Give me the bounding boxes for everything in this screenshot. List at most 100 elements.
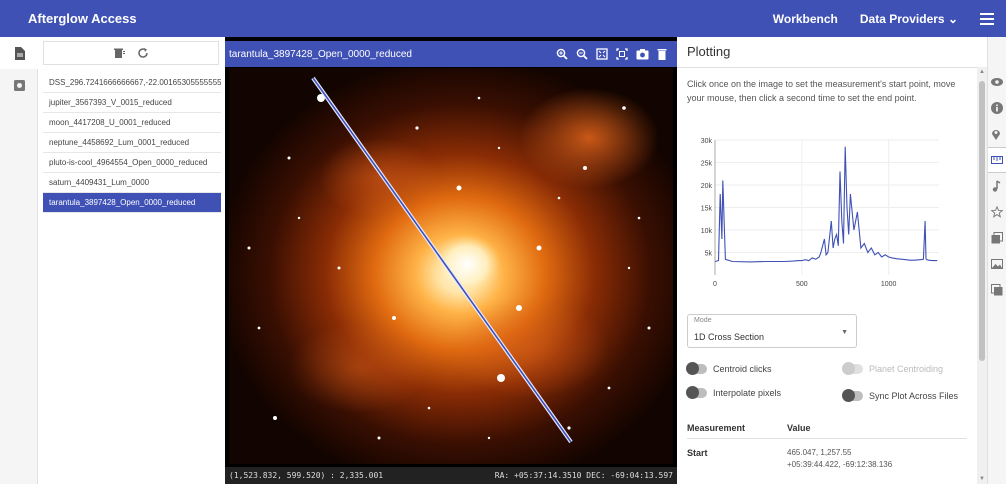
refresh-icon[interactable] bbox=[137, 47, 149, 59]
chevron-down-icon: ⌄ bbox=[947, 11, 958, 26]
planet-centroiding-toggle[interactable]: Planet Centroiding bbox=[842, 362, 944, 375]
image-viewer: tarantula_3897428_Open_0000_reduced (1,5… bbox=[225, 37, 677, 484]
dropdown-arrow-icon: ▼ bbox=[841, 329, 848, 336]
toggle-switch bbox=[686, 386, 707, 399]
mode-label: Mode bbox=[694, 317, 712, 324]
centroid-clicks-toggle[interactable]: Centroid clicks bbox=[686, 362, 772, 375]
viewer-status-bar: (1,523.832, 599.520) : 2,335.001 RA: +05… bbox=[225, 467, 677, 484]
workbench-icon bbox=[13, 79, 25, 91]
tab-files[interactable] bbox=[0, 37, 38, 69]
x-tick-label: 500 bbox=[796, 281, 808, 288]
ruler-icon bbox=[991, 156, 1003, 164]
col-measurement: Measurement bbox=[687, 422, 746, 433]
delete-icon[interactable] bbox=[657, 48, 667, 60]
file-list-item[interactable]: tarantula_3897428_Open_0000_reduced bbox=[43, 193, 221, 213]
file-toolbar bbox=[43, 41, 219, 65]
tab-markers[interactable] bbox=[988, 121, 1006, 147]
coordinate-readout: RA: +05:37:14.3510 DEC: -69:04:13.597 bbox=[494, 471, 673, 480]
plotting-instructions: Click once on the image to set the measu… bbox=[687, 79, 956, 103]
table-row: Start 465.047, 1,257.55 +05:39:44.422, -… bbox=[687, 439, 967, 471]
zoom-out-icon[interactable] bbox=[576, 48, 588, 60]
file-panel: DSS_296.7241666666667,-22.00165305555555… bbox=[38, 37, 225, 484]
toggle-switch bbox=[686, 362, 707, 375]
measurement-table: Measurement Value Start 465.047, 1,257.5… bbox=[687, 417, 967, 471]
y-tick-label: 15k bbox=[701, 206, 713, 213]
camera-icon[interactable] bbox=[636, 48, 649, 60]
centroid-clicks-label: Centroid clicks bbox=[713, 364, 772, 374]
viewer-title: tarantula_3897428_Open_0000_reduced bbox=[229, 48, 412, 60]
scroll-thumb[interactable] bbox=[979, 81, 985, 361]
tarantula-nebula-image bbox=[229, 68, 673, 464]
mode-value: 1D Cross Section bbox=[694, 332, 765, 342]
zoom-actual-icon[interactable] bbox=[616, 48, 628, 60]
location-pin-icon bbox=[992, 130, 1000, 140]
file-list-item[interactable]: moon_4417208_U_0001_reduced bbox=[43, 113, 221, 133]
scroll-down-icon[interactable]: ▼ bbox=[979, 476, 985, 482]
toggle-switch bbox=[842, 389, 863, 402]
tab-display[interactable] bbox=[988, 69, 1006, 95]
row-value: 465.047, 1,257.55 +05:39:44.422, -69:12:… bbox=[787, 447, 892, 471]
sync-plot-toggle[interactable]: Sync Plot Across Files bbox=[842, 389, 959, 402]
cross-section-chart[interactable]: 5k 10k 15k 20k 25k 30k 0 500 1000 bbox=[687, 132, 967, 297]
image-icon bbox=[991, 259, 1003, 269]
planet-centroiding-label: Planet Centroiding bbox=[869, 364, 944, 374]
tab-image-calc[interactable] bbox=[988, 251, 1006, 277]
menu-icon[interactable] bbox=[980, 12, 994, 25]
left-tab-rail bbox=[0, 37, 38, 484]
tab-aligning[interactable] bbox=[988, 277, 1006, 303]
y-tick-label: 20k bbox=[701, 183, 713, 190]
plotting-title: Plotting bbox=[687, 44, 731, 59]
layers-icon bbox=[991, 232, 1003, 244]
file-list-item[interactable]: saturn_4409431_Lum_0000 bbox=[43, 173, 221, 193]
tab-info[interactable] bbox=[988, 95, 1006, 121]
toggle-switch bbox=[842, 362, 863, 375]
table-header: Measurement Value bbox=[687, 417, 967, 439]
viewer-toolbar bbox=[556, 48, 667, 60]
file-list-item[interactable]: jupiter_3567393_V_0015_reduced bbox=[43, 93, 221, 113]
file-list-item[interactable]: neptune_4458692_Lum_0001_reduced bbox=[43, 133, 221, 153]
pixel-readout: (1,523.832, 599.520) : 2,335.001 bbox=[229, 471, 384, 480]
tab-plotting[interactable] bbox=[988, 147, 1006, 173]
y-tick-label: 30k bbox=[701, 138, 713, 145]
workbench-link[interactable]: Workbench bbox=[773, 12, 838, 26]
row-label: Start bbox=[687, 448, 708, 458]
tab-workbench[interactable] bbox=[0, 69, 38, 101]
y-tick-label: 5k bbox=[705, 251, 713, 258]
col-value: Value bbox=[787, 422, 811, 433]
copy-layers-icon bbox=[991, 284, 1003, 296]
file-list: DSS_296.7241666666667,-22.00165305555555… bbox=[43, 73, 221, 213]
right-tool-rail bbox=[987, 37, 1006, 484]
zoom-in-icon[interactable] bbox=[556, 48, 568, 60]
scroll-up-icon[interactable]: ▲ bbox=[979, 69, 985, 75]
music-note-icon bbox=[992, 180, 1001, 192]
eye-icon bbox=[991, 78, 1003, 86]
app-title: Afterglow Access bbox=[28, 11, 137, 26]
data-providers-label: Data Providers bbox=[859, 11, 945, 26]
x-tick-label: 1000 bbox=[881, 281, 897, 288]
plot-panel-scrollbar[interactable]: ▲ ▼ bbox=[977, 67, 987, 484]
sync-plot-label: Sync Plot Across Files bbox=[869, 391, 959, 401]
file-icon bbox=[14, 46, 25, 60]
delete-files-icon[interactable] bbox=[113, 47, 125, 59]
data-providers-menu[interactable]: Data Providers ⌄ bbox=[860, 12, 958, 26]
x-tick-label: 0 bbox=[713, 281, 717, 288]
star-icon bbox=[991, 206, 1003, 218]
top-app-bar: Afterglow Access Workbench Data Provider… bbox=[0, 0, 1006, 37]
y-tick-label: 25k bbox=[701, 161, 713, 168]
tab-sonification[interactable] bbox=[988, 173, 1006, 199]
interpolate-pixels-label: Interpolate pixels bbox=[713, 388, 782, 398]
y-tick-label: 10k bbox=[701, 228, 713, 235]
start-world-value: +05:39:44.422, -69:12:38.136 bbox=[787, 460, 893, 469]
file-list-item[interactable]: DSS_296.7241666666667,-22.00165305555555… bbox=[43, 73, 221, 93]
tab-photometry[interactable] bbox=[988, 199, 1006, 225]
tab-stacking[interactable] bbox=[988, 225, 1006, 251]
mode-select[interactable]: Mode 1D Cross Section ▼ bbox=[687, 314, 857, 348]
info-icon bbox=[991, 102, 1003, 114]
file-list-item[interactable]: pluto-is-cool_4964554_Open_0000_reduced bbox=[43, 153, 221, 173]
interpolate-pixels-toggle[interactable]: Interpolate pixels bbox=[686, 386, 782, 399]
astronomy-image[interactable] bbox=[229, 68, 673, 464]
start-pixel-value: 465.047, 1,257.55 bbox=[787, 448, 852, 457]
zoom-fit-icon[interactable] bbox=[596, 48, 608, 60]
plotting-panel: Plotting Click once on the image to set … bbox=[677, 37, 977, 484]
viewer-header: tarantula_3897428_Open_0000_reduced bbox=[225, 41, 677, 67]
